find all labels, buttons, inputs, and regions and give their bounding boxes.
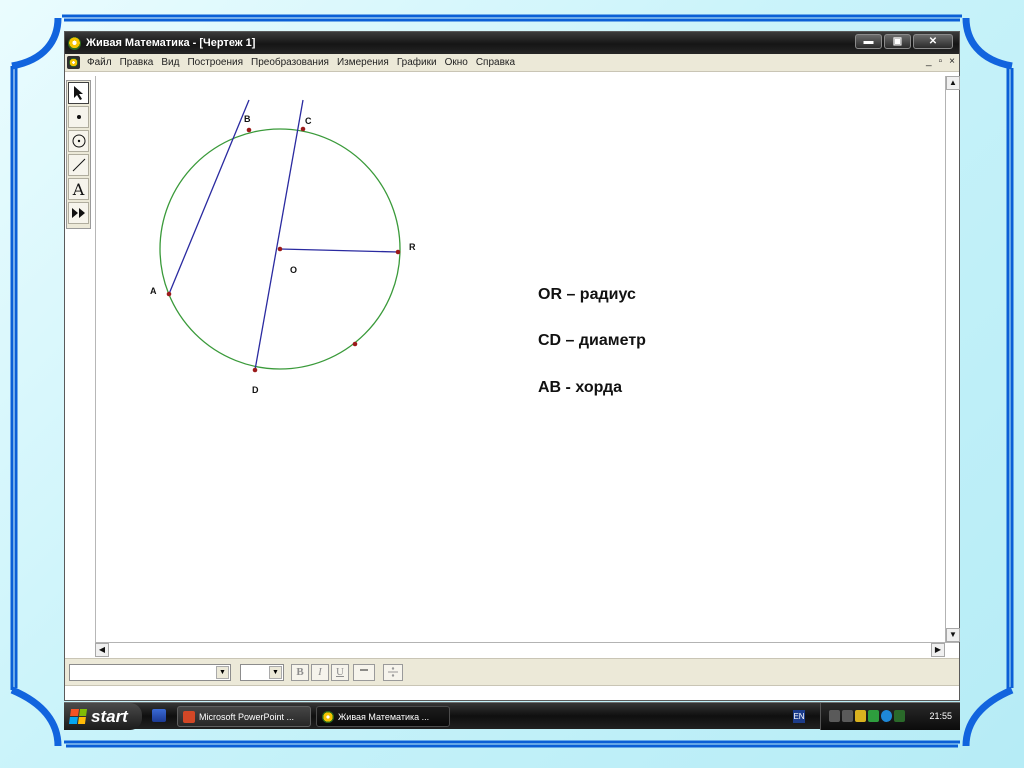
diameter-cd[interactable] xyxy=(254,99,304,371)
menu-measure[interactable]: Измерения xyxy=(333,57,393,68)
point-icon xyxy=(76,115,81,119)
caption-radius: OR – радиус xyxy=(538,286,636,303)
point-c[interactable] xyxy=(300,126,306,132)
sketchpad-window: Живая Математика - [Чертеж 1] ▬ ▣ ✕ Файл… xyxy=(64,31,960,701)
antivirus-icon[interactable] xyxy=(868,710,879,722)
menu-transform[interactable]: Преобразования xyxy=(247,57,333,68)
point-b[interactable] xyxy=(246,127,252,133)
point-d[interactable] xyxy=(252,367,258,373)
language-indicator[interactable]: EN xyxy=(793,710,805,723)
menu-construct[interactable]: Построения xyxy=(183,57,247,68)
segment-tool[interactable] xyxy=(68,154,89,176)
window-title: Живая Математика - [Чертеж 1] xyxy=(86,37,256,49)
clock: 21:55 xyxy=(929,711,952,721)
horizontal-scrollbar[interactable]: ◀ ▶ xyxy=(95,642,959,657)
font-size-select[interactable]: ▼ xyxy=(240,664,284,681)
caption-chord: AB - хорда xyxy=(538,379,623,396)
drawing-canvas[interactable]: A B C D O R xyxy=(95,76,945,646)
text-format-bar: ▼ ▼ B I U xyxy=(65,658,959,686)
volume-icon[interactable] xyxy=(894,710,905,722)
italic-button[interactable]: I xyxy=(311,664,329,681)
fraction-icon xyxy=(388,667,398,677)
chevron-down-icon[interactable]: ▼ xyxy=(269,666,282,679)
document-window-controls: _ ▫ × xyxy=(926,56,955,67)
title-bar[interactable]: Живая Математика - [Чертеж 1] ▬ ▣ ✕ xyxy=(65,32,959,54)
document-icon[interactable] xyxy=(67,56,80,69)
menu-window[interactable]: Окно xyxy=(441,57,472,68)
color-swatch-icon xyxy=(360,669,368,671)
sketchpad-app-icon xyxy=(68,36,81,50)
point-a[interactable] xyxy=(166,291,172,297)
label-b: B xyxy=(244,114,251,124)
caption-diameter: CD – диаметр xyxy=(538,332,646,349)
custom-tool-icon xyxy=(71,208,85,218)
sketchpad-icon xyxy=(322,710,334,723)
scroll-down-icon[interactable]: ▼ xyxy=(946,628,960,642)
text-color-button[interactable] xyxy=(353,664,375,681)
bold-button[interactable]: B xyxy=(291,664,309,681)
segment-icon xyxy=(72,158,85,172)
label-o: O xyxy=(290,265,297,275)
label-d: D xyxy=(252,385,259,395)
window-controls: ▬ ▣ ✕ xyxy=(855,34,953,49)
geometry-drawing[interactable]: A B C D O R xyxy=(96,76,946,642)
math-format-button[interactable] xyxy=(383,664,403,681)
maximize-icon[interactable]: ▣ xyxy=(884,34,911,49)
text-tool[interactable]: A xyxy=(68,178,89,200)
update-icon[interactable] xyxy=(881,710,892,722)
menu-edit[interactable]: Правка xyxy=(116,57,158,68)
scroll-left-icon[interactable]: ◀ xyxy=(95,643,109,657)
close-icon[interactable]: ✕ xyxy=(913,34,953,49)
menu-view[interactable]: Вид xyxy=(157,57,183,68)
app-tray-icon[interactable] xyxy=(855,710,866,722)
arrow-icon xyxy=(73,86,83,100)
task-label-sketchpad: Живая Математика ... xyxy=(338,711,430,722)
windows-logo-icon xyxy=(68,709,88,724)
menu-bar: Файл Правка Вид Построения Преобразовани… xyxy=(65,54,959,72)
circle-icon xyxy=(72,134,85,148)
powerpoint-icon xyxy=(183,710,195,723)
taskbar-powerpoint[interactable]: Microsoft PowerPoint ... xyxy=(177,706,311,727)
menu-file[interactable]: Файл xyxy=(83,57,116,68)
taskbar: start Microsoft PowerPoint ... Живая Мат… xyxy=(64,702,960,730)
scroll-right-icon[interactable]: ▶ xyxy=(931,643,945,657)
start-label: start xyxy=(91,706,128,726)
task-label-powerpoint: Microsoft PowerPoint ... xyxy=(199,711,295,722)
tool-palette: A xyxy=(66,80,91,229)
menu-help[interactable]: Справка xyxy=(472,57,519,68)
text-tool-label: A xyxy=(72,179,85,199)
label-c: C xyxy=(305,116,312,126)
network-icon-2[interactable] xyxy=(842,710,853,722)
doc-minimize-icon[interactable]: _ xyxy=(926,56,932,67)
taskbar-sketchpad[interactable]: Живая Математика ... xyxy=(316,706,450,727)
label-a: A xyxy=(150,286,157,296)
point-on-circle[interactable] xyxy=(352,341,358,347)
menu-graph[interactable]: Графики xyxy=(393,57,441,68)
underline-button[interactable]: U xyxy=(331,664,349,681)
doc-restore-icon[interactable]: ▫ xyxy=(939,56,943,67)
radius-or[interactable] xyxy=(279,248,399,253)
system-tray: 21:55 xyxy=(820,703,960,730)
chevron-down-icon[interactable]: ▼ xyxy=(216,666,229,679)
network-icon[interactable] xyxy=(829,710,840,722)
chord-ab[interactable] xyxy=(168,99,250,295)
point-r[interactable] xyxy=(395,249,401,255)
point-tool[interactable] xyxy=(68,106,89,128)
compass-tool[interactable] xyxy=(68,130,89,152)
doc-close-icon[interactable]: × xyxy=(949,56,955,67)
font-select[interactable]: ▼ xyxy=(69,664,231,681)
arrow-select-tool[interactable] xyxy=(68,82,89,104)
minimize-icon[interactable]: ▬ xyxy=(855,34,882,49)
custom-tool[interactable] xyxy=(68,202,89,224)
start-button[interactable]: start xyxy=(64,703,142,730)
point-o[interactable] xyxy=(277,246,283,252)
vertical-scrollbar[interactable]: ▲ ▼ xyxy=(945,76,960,642)
scroll-up-icon[interactable]: ▲ xyxy=(946,76,960,90)
label-r: R xyxy=(409,242,416,252)
quick-launch-icon[interactable] xyxy=(152,709,166,722)
